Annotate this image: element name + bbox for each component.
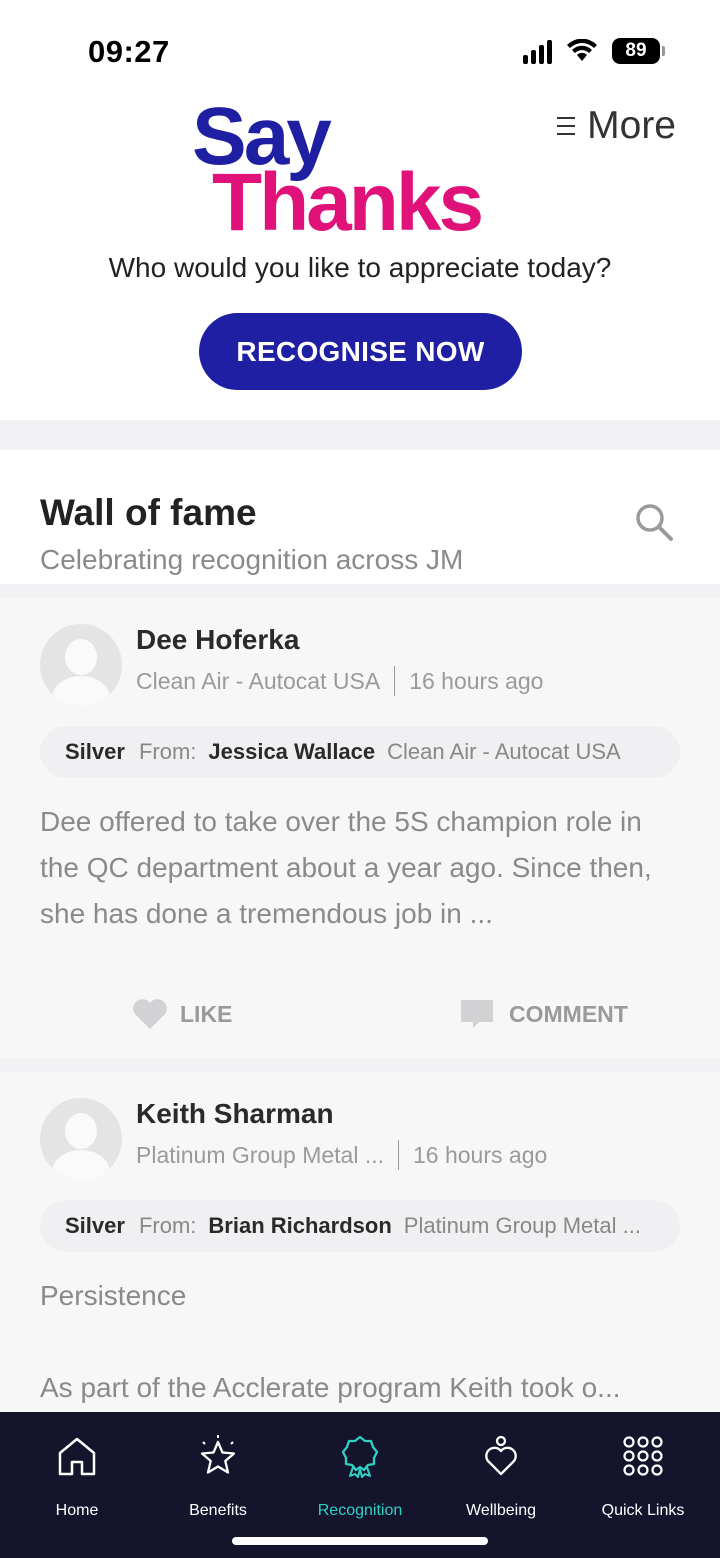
award-icon [341,1435,379,1478]
wall-of-fame-subtitle: Celebrating recognition across JM [40,544,464,575]
post-time: 16 hours ago [409,667,544,694]
sender-department: Clean Air - Autocat USA [387,739,621,764]
wifi-icon [567,39,597,61]
from-pill: Silver From: Jessica Wallace Clean Air -… [40,726,680,778]
nav-label: Home [55,1502,99,1519]
more-label: More [587,104,676,147]
nav-home[interactable]: Home [7,1412,147,1532]
battery-icon: 89 [612,38,665,64]
section-divider [0,420,720,450]
appreciate-prompt: Who would you like to appreciate today? [108,252,612,283]
from-pill: Silver From: Brian Richardson Platinum G… [40,1200,680,1252]
nav-recognition[interactable]: Recognition [290,1412,430,1532]
avatar [40,624,122,706]
status-icons: 89 [523,38,665,64]
heart-icon [485,1435,517,1476]
status-time: 09:27 [88,34,170,69]
home-icon [58,1437,96,1476]
recipient-name[interactable]: Dee Hoferka [136,624,299,656]
avatar [40,1098,122,1180]
sender-name: Jessica Wallace [208,739,376,764]
recognition-message[interactable]: As part of the Acclerate program Keith t… [40,1365,680,1411]
nav-label: Quick Links [601,1502,685,1519]
grid-icon [623,1436,663,1476]
menu-icon [557,117,576,135]
recipient-name[interactable]: Keith Sharman [136,1098,334,1130]
recipient-meta: Platinum Group Metal ... 16 hours ago [136,1140,547,1170]
logo-thanks: Thanks [212,157,484,248]
home-indicator[interactable] [232,1537,488,1545]
recognition-message[interactable]: Dee offered to take over the 5S champion… [40,799,680,937]
heart-icon [133,999,167,1029]
status-bar: 09:27 89 [0,0,720,100]
comment-button[interactable]: COMMENT [459,984,628,1044]
battery-level: 89 [625,40,647,61]
recipient-meta: Clean Air - Autocat USA 16 hours ago [136,666,543,696]
comment-label: COMMENT [509,1000,628,1027]
sender-department: Platinum Group Metal ... [403,1213,641,1238]
wall-of-fame-title: Wall of fame [40,492,257,533]
sender-name: Brian Richardson [208,1213,392,1238]
recipient-department: Clean Air - Autocat USA [136,667,381,694]
nav-wellbeing[interactable]: Wellbeing [431,1412,571,1532]
like-label: LIKE [180,1000,233,1027]
comment-icon [461,1000,493,1028]
search-icon[interactable] [634,502,674,542]
award-level: Silver [65,1213,125,1238]
nav-label: Recognition [317,1502,403,1519]
cellular-signal-icon [523,38,552,64]
post-time: 16 hours ago [413,1141,548,1168]
post-actions: LIKE COMMENT [0,984,720,1044]
recognition-card[interactable]: Keith Sharman Platinum Group Metal ... 1… [0,1072,720,1412]
nav-quick-links[interactable]: Quick Links [573,1412,713,1532]
star-icon [200,1435,236,1474]
feed-divider [0,1058,720,1072]
nav-label: Wellbeing [466,1502,536,1519]
more-menu-button[interactable]: More [557,104,676,148]
from-label: From: [138,1213,197,1238]
recipient-department: Platinum Group Metal ... [136,1141,384,1168]
nav-benefits[interactable]: Benefits [148,1412,288,1532]
recognition-card[interactable]: Dee Hoferka Clean Air - Autocat USA 16 h… [0,598,720,1058]
recognise-now-button[interactable]: RECOGNISE NOW [199,313,522,390]
like-button[interactable]: LIKE [132,984,232,1044]
award-level: Silver [65,739,125,764]
nav-label: Benefits [189,1502,247,1519]
from-label: From: [138,739,197,764]
say-thanks-logo: Say Thanks [192,96,532,246]
feed-divider [0,584,720,598]
recognition-message-title[interactable]: Persistence [40,1273,680,1319]
